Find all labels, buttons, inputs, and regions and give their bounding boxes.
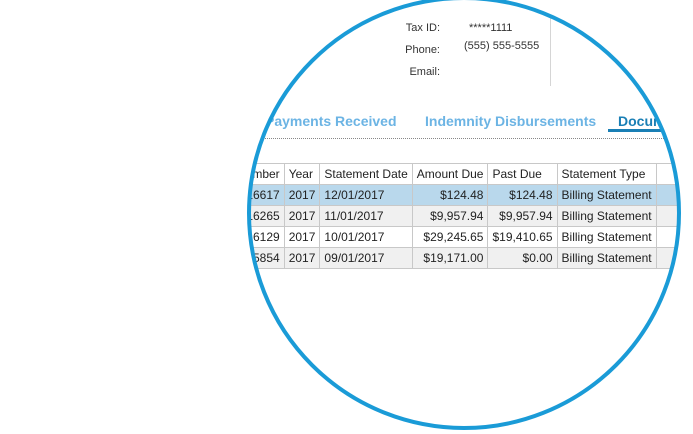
cell-extra [655, 184, 679, 206]
cell-extra [655, 226, 679, 248]
cell-statement-type: Billing Statement [556, 247, 657, 269]
cell-statement-type: Billing Statement [556, 205, 657, 227]
cell-statement-type: Billing Statement [556, 184, 657, 206]
tab-indemnity-disbursements[interactable]: Indemnity Disbursements [425, 113, 596, 129]
column-header-amount-due[interactable]: Amount Due [411, 163, 489, 185]
table-row[interactable]: 16617 2017 12/01/2017 $124.48 $124.48 Bi… [249, 184, 679, 206]
cell-extra [655, 247, 679, 269]
cell-statement-type: Billing Statement [556, 226, 657, 248]
column-header-extra[interactable] [655, 163, 679, 185]
cell-past-due: $0.00 [487, 247, 558, 269]
cell-statement-date: 11/01/2017 [319, 205, 413, 227]
cell-amount-due: $9,957.94 [411, 205, 489, 227]
tax-id-label: Tax ID: [405, 22, 440, 34]
cell-number: 16129 [249, 226, 285, 248]
active-tab-indicator [608, 129, 668, 132]
tab-documents[interactable]: Documents [618, 113, 679, 129]
cell-year: 2017 [283, 247, 321, 269]
cell-statement-date: 09/01/2017 [319, 247, 413, 269]
tab-payments-received[interactable]: Payments Received [265, 113, 397, 129]
cell-number: 15854 [249, 247, 285, 269]
magnifier-lens: Tax ID: *****1111 Phone: (555) 555-5555 … [249, 0, 679, 428]
cell-amount-due: $29,245.65 [411, 226, 489, 248]
cell-year: 2017 [283, 184, 321, 206]
cell-year: 2017 [283, 205, 321, 227]
phone-value: (555) 555-5555 [464, 40, 540, 52]
table-header-row: Number Year Statement Date Amount Due Pa… [249, 163, 679, 185]
cell-past-due: $124.48 [487, 184, 558, 206]
phone-label: Phone: [405, 44, 440, 56]
table-row[interactable]: 16129 2017 10/01/2017 $29,245.65 $19,410… [249, 226, 679, 248]
statements-table: Number Year Statement Date Amount Due Pa… [249, 163, 679, 269]
cell-statement-date: 12/01/2017 [319, 184, 413, 206]
column-header-statement-type[interactable]: Statement Type [556, 163, 657, 185]
cell-amount-due: $124.48 [411, 184, 489, 206]
tax-id-value: *****1111 [469, 22, 513, 34]
table-row[interactable]: 16265 2017 11/01/2017 $9,957.94 $9,957.9… [249, 205, 679, 227]
cell-past-due: $19,410.65 [487, 226, 558, 248]
column-header-number[interactable]: Number [249, 163, 285, 185]
info-divider [550, 18, 551, 86]
cell-year: 2017 [283, 226, 321, 248]
zoomed-content: Tax ID: *****1111 Phone: (555) 555-5555 … [249, 0, 679, 428]
tab-separator [250, 138, 670, 139]
cell-past-due: $9,957.94 [487, 205, 558, 227]
cell-number: 16617 [249, 184, 285, 206]
column-header-year[interactable]: Year [283, 163, 321, 185]
email-label: Email: [409, 66, 440, 78]
cell-number: 16265 [249, 205, 285, 227]
cell-amount-due: $19,171.00 [411, 247, 489, 269]
column-header-past-due[interactable]: Past Due [487, 163, 558, 185]
column-header-statement-date[interactable]: Statement Date [319, 163, 413, 185]
cell-extra [655, 205, 679, 227]
table-row[interactable]: 15854 2017 09/01/2017 $19,171.00 $0.00 B… [249, 247, 679, 269]
cell-statement-date: 10/01/2017 [319, 226, 413, 248]
